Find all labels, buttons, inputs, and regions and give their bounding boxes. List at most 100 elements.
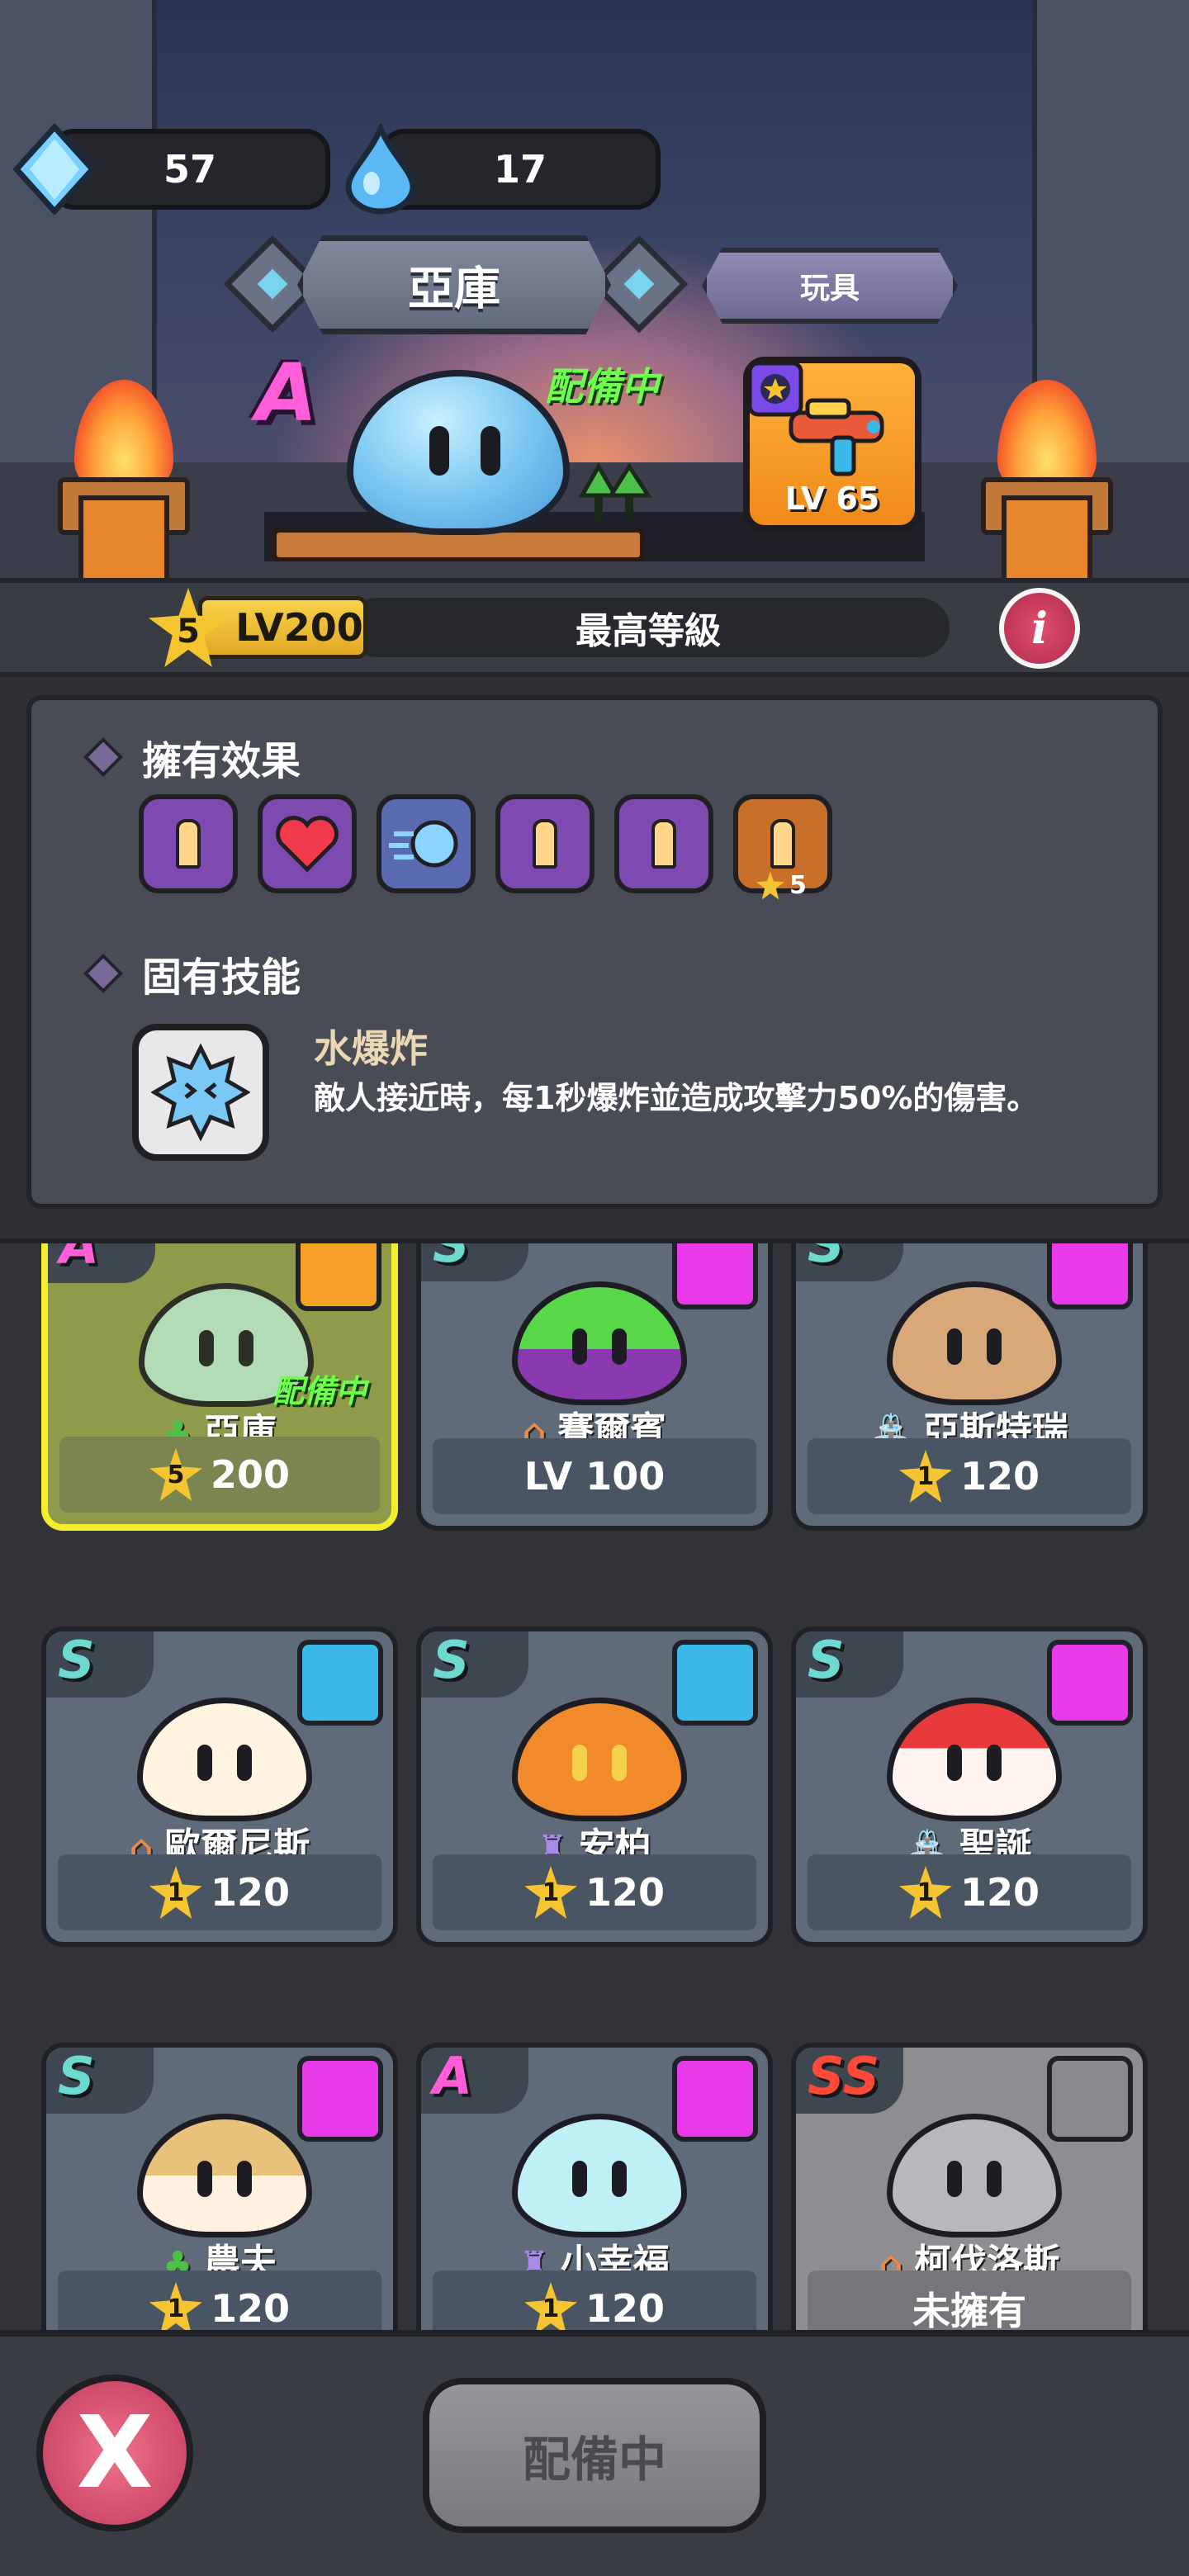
close-button[interactable]: X <box>36 2375 193 2531</box>
knight-slime-avatar <box>887 2114 1062 2237</box>
party-slime-avatar <box>512 2114 687 2237</box>
card-level: 5 200 <box>59 1437 380 1513</box>
eye <box>197 1745 212 1781</box>
skill-heading: 固有技能 <box>83 945 301 1002</box>
star-icon: 5 <box>149 1448 202 1501</box>
eye <box>237 1745 252 1781</box>
eye <box>612 1745 627 1781</box>
card-level-value: 120 <box>210 2286 291 2330</box>
headphone-slime-avatar <box>887 1281 1062 1405</box>
star-icon: 1 <box>523 1866 577 1919</box>
sword-icon <box>672 1243 758 1309</box>
eye <box>572 2161 587 2197</box>
card-level: 1 120 <box>58 2271 381 2330</box>
card-level: 1 120 <box>433 1854 756 1930</box>
pet-card[interactable]: S ⛲ 亞斯特瑞 1 120 <box>791 1243 1148 1531</box>
pet-card[interactable]: A 配備中 ♣ 亞庫 5 200 <box>41 1243 398 1531</box>
santa-slime-avatar <box>887 1698 1062 1821</box>
eye <box>947 2161 962 2197</box>
pet-card[interactable]: SS ⌂ 柯伐洛斯 未擁有 <box>791 2043 1148 2330</box>
farmer-slime-avatar <box>137 2114 312 2237</box>
eye <box>237 2161 252 2197</box>
card-level-value: 120 <box>210 1870 291 1915</box>
card-grade: A <box>48 1243 155 1283</box>
eye <box>612 1328 627 1365</box>
robot-icon <box>1047 1243 1133 1309</box>
pet-card[interactable]: S ⌂ 賽爾賓 LV 100 <box>416 1243 773 1531</box>
heart-icon <box>276 816 339 873</box>
info-button[interactable]: i <box>999 588 1080 669</box>
effect-heart-icon[interactable] <box>258 794 357 893</box>
card-level: LV 100 <box>433 1438 756 1514</box>
card-item-icon <box>672 2056 758 2142</box>
eye <box>197 2161 212 2197</box>
eye <box>987 2161 1002 2197</box>
water-drop-icon <box>345 124 416 215</box>
toy-tab-button[interactable]: 玩具 <box>702 248 958 324</box>
hero-stars: 5 <box>177 613 200 651</box>
effect-speed-icon[interactable] <box>377 794 476 893</box>
speed-icon <box>389 820 458 868</box>
equip-button[interactable]: 配備中 <box>423 2378 766 2533</box>
pet-card[interactable]: S ♣ 農夫 1 120 <box>41 2043 398 2330</box>
card-grade: S <box>46 2048 154 2114</box>
effect-sword-icon[interactable] <box>614 794 713 893</box>
card-grade: S <box>796 1243 903 1281</box>
sword-icon <box>533 819 557 869</box>
pet-card[interactable]: A ♜ 小幸福 1 120 <box>416 2043 773 2330</box>
pet-card[interactable]: S ⛲ 聖誕 1 120 <box>791 1627 1148 1947</box>
tools-icon <box>297 2056 383 2142</box>
toy-tab-label: 玩具 <box>799 272 860 305</box>
card-level-value: 120 <box>959 1454 1040 1499</box>
eye <box>612 2161 627 2197</box>
card-level: 未擁有 <box>808 2271 1131 2330</box>
effect-sword-icon[interactable]: 5 <box>733 794 832 900</box>
pet-card[interactable]: S ⌂ 歐爾尼斯 1 120 <box>41 1627 398 1947</box>
star-badge-icon <box>1047 2056 1133 2142</box>
eye <box>987 1745 1002 1781</box>
pet-card[interactable]: S ♜ 安柏 1 120 <box>416 1627 773 1947</box>
eye <box>947 1328 962 1365</box>
progress-text: 最高等級 <box>576 610 721 652</box>
equipped-toy-card[interactable]: LV 65 <box>743 357 921 532</box>
drop-count: 17 <box>493 147 547 192</box>
tree-type-icon <box>578 462 652 520</box>
star-icon <box>756 871 784 900</box>
water-burst-icon <box>151 1043 250 1142</box>
card-grade: S <box>421 1243 528 1281</box>
effect-sword-icon[interactable] <box>139 794 238 893</box>
equip-button-label: 配備中 <box>522 2432 666 2488</box>
sword-icon <box>176 819 201 869</box>
chicken-slime-avatar <box>137 1698 312 1821</box>
drop-counter: 17 <box>380 129 661 210</box>
skill-description: 敵人接近時，每1秒爆炸並造成攻擊力50%的傷害。 <box>314 1080 1039 1116</box>
toy-level: LV 65 <box>784 481 880 517</box>
effect-sword-icon[interactable] <box>495 794 594 893</box>
effect-star-count: 5 <box>789 871 807 900</box>
eye <box>987 1328 1002 1365</box>
right-torch-stand <box>1002 495 1092 586</box>
eye <box>572 1328 587 1365</box>
hero-equipped-status: 配備中 <box>545 364 659 409</box>
effect-stars: 5 <box>756 871 807 900</box>
info-icon: i <box>1031 603 1048 654</box>
card-level: 1 120 <box>808 1438 1131 1514</box>
eye <box>199 1330 214 1366</box>
card-stars: 1 <box>917 1461 935 1491</box>
left-torch-stand <box>78 495 169 586</box>
star-icon: 1 <box>898 1450 952 1503</box>
card-grade: S <box>46 1631 154 1698</box>
star-icon: 1 <box>149 2282 202 2330</box>
card-level-value: 200 <box>210 1452 291 1497</box>
pet-grid: A 配備中 ♣ 亞庫 5 200 S ⌂ 賽爾賓 LV 100 S ⛲ 亞斯特瑞 … <box>0 1238 1189 2330</box>
hero-name-banner: 亞庫 <box>297 235 611 334</box>
skill-icon-box[interactable] <box>132 1024 269 1161</box>
card-stars: 1 <box>167 1878 185 1907</box>
star-icon: 1 <box>149 1866 202 1919</box>
card-grade: SS <box>796 2048 903 2114</box>
sword-icon <box>651 819 676 869</box>
card-grade: A <box>421 2048 528 2114</box>
hero-grade: A <box>256 347 318 439</box>
close-icon: X <box>76 2395 154 2511</box>
pumpkin-slime-avatar <box>512 1698 687 1821</box>
